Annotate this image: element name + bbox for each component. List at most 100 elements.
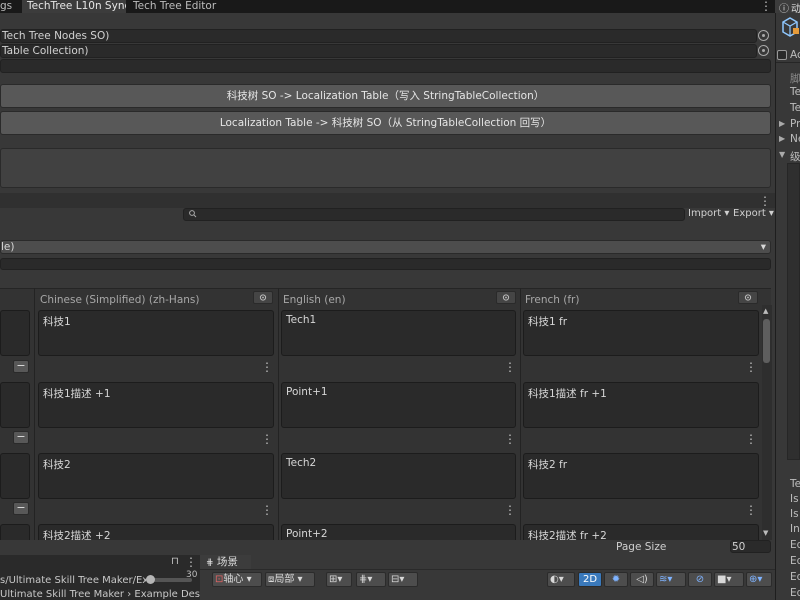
translation-cell[interactable]: 科技1描述 +1 [38,382,274,428]
snap-icon: ⋕▾ [359,574,373,585]
empty-field[interactable] [0,59,771,73]
tab-settings[interactable]: gs [0,0,22,13]
translation-cell[interactable]: 科技1描述 fr +1 [523,382,759,428]
inspector-foldout[interactable]: Pre [790,118,800,130]
remove-row-button[interactable]: − [13,360,29,373]
window-tab-bar: gs TechTree L10n Sync Tech Tree Editor ⋮ [0,0,775,13]
key-cell[interactable] [0,310,30,356]
inspector-label: Ed [790,555,800,567]
sync-to-so-button[interactable]: Localization Table -> 科技树 SO（从 StringTab… [0,111,771,135]
chevron-down-icon[interactable]: ▼ [779,150,785,159]
zoom-slider-handle[interactable] [146,575,155,584]
translation-cell[interactable]: 科技1 fr [523,310,759,356]
inspector-label: Ed [790,571,800,583]
local-global-toggle[interactable]: ⧈局部 ▾ [265,572,315,587]
cell-menu-icon[interactable]: ⋮ [745,504,757,516]
tab-label: Tech Tree Editor [133,0,217,12]
scroll-up-icon[interactable]: ▲ [763,307,768,315]
window-menu-icon[interactable]: ⋮ [760,0,772,12]
translation-cell[interactable]: Tech2 [281,453,516,499]
cell-menu-icon[interactable]: ⋮ [745,433,757,445]
inspector-title: 动 [791,4,800,15]
inspector-foldout[interactable]: Ne [790,133,800,145]
cell-menu-icon[interactable]: ⋮ [261,504,273,516]
scrollbar-thumb[interactable] [763,319,770,363]
grid-snap-icon: ⊞▾ [329,574,343,585]
export-label: Export [733,208,766,219]
gizmos-button[interactable]: ⊕▾ [746,572,772,587]
remove-row-button[interactable]: − [13,431,29,444]
info-icon: ⓘ [779,4,789,15]
object-picker-icon[interactable] [758,45,769,56]
align-button[interactable]: ⊟▾ [388,572,418,587]
speaker-icon: ◁) [636,574,648,585]
key-filter-field[interactable] [0,258,771,270]
shading-mode-button[interactable]: ◐▾ [547,572,575,587]
translation-cell[interactable]: Tech1 [281,310,516,356]
import-button[interactable]: Import ▾ [688,208,730,221]
tab-techtree-l10n-sync[interactable]: TechTree L10n Sync [22,0,126,13]
dropdown-value: le) [1,241,15,253]
table-scrollbar[interactable]: ▲ ▼ [762,305,772,540]
inspector-label: Te [790,86,800,98]
column-divider [520,288,521,540]
translation-cell[interactable]: 科技2描述 +2 [38,524,274,540]
export-button[interactable]: Export ▾ [733,208,775,221]
cell-menu-icon[interactable]: ⋮ [504,504,516,516]
effects-toggle[interactable]: ≋▾ [656,572,686,587]
lighting-toggle[interactable]: ✹ [604,572,628,587]
inspector-foldout[interactable]: 级 [790,149,800,164]
column-settings-button[interactable] [496,291,516,304]
visibility-toggle[interactable]: ⊘ [688,572,712,587]
chevron-right-icon[interactable]: ▶ [779,119,785,128]
tab-tech-tree-editor[interactable]: Tech Tree Editor [127,0,217,13]
translation-cell[interactable]: Point+2 [281,524,516,540]
inspector-list [787,163,800,460]
chevron-right-icon[interactable]: ▶ [779,134,785,143]
audio-toggle[interactable]: ◁) [630,572,654,587]
chevron-down-icon: ▾ [765,208,774,219]
translation-cell[interactable]: 科技2 fr [523,453,759,499]
snap-increment-button[interactable]: ⋕▾ [356,572,386,587]
tech-tree-nodes-field[interactable]: Tech Tree Nodes SO) [0,29,757,43]
sphere-icon: ◐▾ [550,574,564,585]
2d-toggle[interactable]: 2D [578,572,602,587]
column-settings-button[interactable] [738,291,758,304]
table-select-dropdown[interactable]: le) ▾ [0,240,771,254]
lock-icon[interactable]: ⊓ [171,556,179,567]
divider [776,62,800,63]
sync-to-localization-button[interactable]: 科技树 SO -> Localization Table（写入 StringTa… [0,84,771,108]
key-cell[interactable] [0,382,30,428]
translation-cell[interactable]: 科技2 [38,453,274,499]
page-size-label: Page Size [616,541,667,553]
translation-cell[interactable]: 科技2描述 fr +2 [523,524,759,540]
page-size-input[interactable]: 50 [730,540,771,553]
translation-cell[interactable]: 科技1 [38,310,274,356]
pivot-toggle[interactable]: ⊡轴心 ▾ [212,572,262,587]
inspector-tab[interactable]: ⓘ 动 [775,0,800,15]
layers-icon: ≋▾ [659,574,673,585]
search-input[interactable] [183,208,685,221]
key-cell[interactable] [0,524,30,540]
cell-menu-icon[interactable]: ⋮ [261,433,273,445]
scroll-down-icon[interactable]: ▼ [763,529,768,537]
column-settings-button[interactable] [253,291,273,304]
project-path-2: Ultimate Skill Tree Maker › Example Des [0,589,200,600]
active-checkbox[interactable] [777,50,787,60]
key-cell[interactable] [0,453,30,499]
panel-menu-icon[interactable]: ⋮ [185,556,197,568]
object-picker-icon[interactable] [758,30,769,41]
section-menu-icon[interactable]: ⋮ [759,195,771,207]
column-header-zh-hans: Chinese (Simplified) (zh-Hans) [40,294,200,306]
camera-button[interactable]: ■▾ [714,572,744,587]
table-collection-field[interactable]: Table Collection) [0,44,757,58]
cell-menu-icon[interactable]: ⋮ [745,361,757,373]
tab-scene[interactable]: ⋕ 场景 [200,555,251,569]
cell-menu-icon[interactable]: ⋮ [504,361,516,373]
translation-cell[interactable]: Point+1 [281,382,516,428]
cell-menu-icon[interactable]: ⋮ [261,361,273,373]
gizmo-icon: ⊕▾ [749,574,763,585]
grid-snap-button[interactable]: ⊞▾ [326,572,352,587]
remove-row-button[interactable]: − [13,502,29,515]
cell-menu-icon[interactable]: ⋮ [504,433,516,445]
